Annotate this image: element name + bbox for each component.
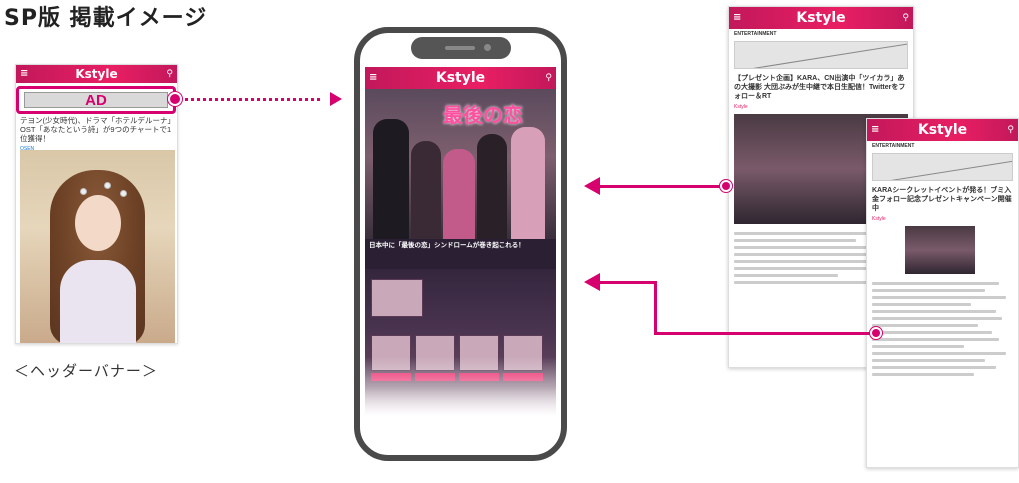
article-brand: Kstyle bbox=[734, 104, 748, 110]
arrow-head-lower bbox=[584, 273, 600, 291]
screen-fade bbox=[365, 357, 556, 427]
hero-image[interactable]: 最後の恋 bbox=[365, 89, 556, 239]
hamburger-icon[interactable]: ≡ bbox=[369, 67, 377, 89]
connector-line-lower-v bbox=[654, 281, 657, 335]
hero-caption-title[interactable]: 日本中に「最後の恋」シンドロームが巻き起これる！ bbox=[369, 242, 552, 249]
phone-notch bbox=[410, 37, 511, 59]
section-label: ENTERTAINMENT bbox=[872, 143, 915, 149]
connector-line-upper bbox=[598, 185, 726, 188]
kstyle-header: ≡ Kstyle ⚲ bbox=[729, 7, 913, 29]
article-body bbox=[867, 278, 1018, 384]
ad-placeholder[interactable] bbox=[872, 153, 1013, 181]
feature-thumbnail[interactable] bbox=[371, 279, 423, 317]
hamburger-icon[interactable]: ≡ bbox=[20, 65, 28, 83]
article-photo bbox=[905, 226, 975, 274]
article-screen-2: ≡ Kstyle ⚲ ENTERTAINMENT KARAシークレットイベントが… bbox=[866, 118, 1019, 468]
hero-title: 最後の恋 bbox=[443, 103, 523, 127]
kstyle-logo: Kstyle bbox=[796, 10, 846, 26]
connector-dot-lower bbox=[870, 327, 882, 339]
kstyle-logo: Kstyle bbox=[75, 67, 118, 81]
connector-line-lower-h1 bbox=[598, 281, 656, 284]
hamburger-icon[interactable]: ≡ bbox=[733, 7, 741, 29]
connector-dot-upper bbox=[720, 180, 732, 192]
kstyle-header: ≡ Kstyle ⚲ bbox=[16, 65, 177, 83]
article-headline[interactable]: 【プレゼント企画】KARA、CN出演中「ツイカラ」あの大撮影 大団ぷみが生中継で… bbox=[729, 71, 913, 104]
search-icon[interactable]: ⚲ bbox=[902, 7, 909, 29]
phone-screen: ≡ Kstyle ⚲ 最後の恋 日本中に「最後の恋」シンドロームが巻き起これる！ bbox=[365, 67, 556, 427]
ad-banner[interactable]: AD bbox=[16, 86, 176, 114]
article-photo bbox=[20, 150, 175, 343]
article-brand: Kstyle bbox=[872, 216, 886, 222]
search-icon[interactable]: ⚲ bbox=[166, 65, 173, 83]
kstyle-header: ≡ Kstyle ⚲ bbox=[867, 119, 1018, 141]
search-icon[interactable]: ⚲ bbox=[545, 67, 552, 89]
arrow-head-upper bbox=[584, 177, 600, 195]
search-icon[interactable]: ⚲ bbox=[1007, 119, 1014, 141]
kstyle-logo: Kstyle bbox=[435, 70, 486, 86]
article-headline[interactable]: KARAシークレットイベントが発る！ブミ入金フォロー記念プレゼントキャンペーン開… bbox=[867, 183, 1018, 216]
ad-label: AD bbox=[24, 92, 168, 109]
phone-mockup: ≡ Kstyle ⚲ 最後の恋 日本中に「最後の恋」シンドロームが巻き起これる！ bbox=[354, 27, 567, 461]
connector-line-lower-h2 bbox=[654, 332, 876, 335]
hero-caption: 日本中に「最後の恋」シンドロームが巻き起これる！ bbox=[365, 239, 556, 269]
dotted-arrow-head bbox=[330, 92, 342, 106]
section-label: ENTERTAINMENT bbox=[734, 31, 777, 37]
ad-marker-dot bbox=[168, 92, 182, 106]
kstyle-header: ≡ Kstyle ⚲ bbox=[365, 67, 556, 89]
kstyle-logo: Kstyle bbox=[917, 122, 968, 138]
article-title[interactable]: テヨン(少女時代)、ドラマ「ホテルデルーナ」OST「あなたという詩」が9つのチャ… bbox=[20, 116, 173, 143]
hamburger-icon[interactable]: ≡ bbox=[871, 119, 879, 141]
header-banner-caption: ＜ヘッダーバナー＞ bbox=[14, 362, 158, 380]
page-title: SP版 掲載イメージ bbox=[4, 6, 208, 31]
ad-placeholder[interactable] bbox=[734, 41, 908, 69]
dotted-connector bbox=[185, 98, 320, 101]
